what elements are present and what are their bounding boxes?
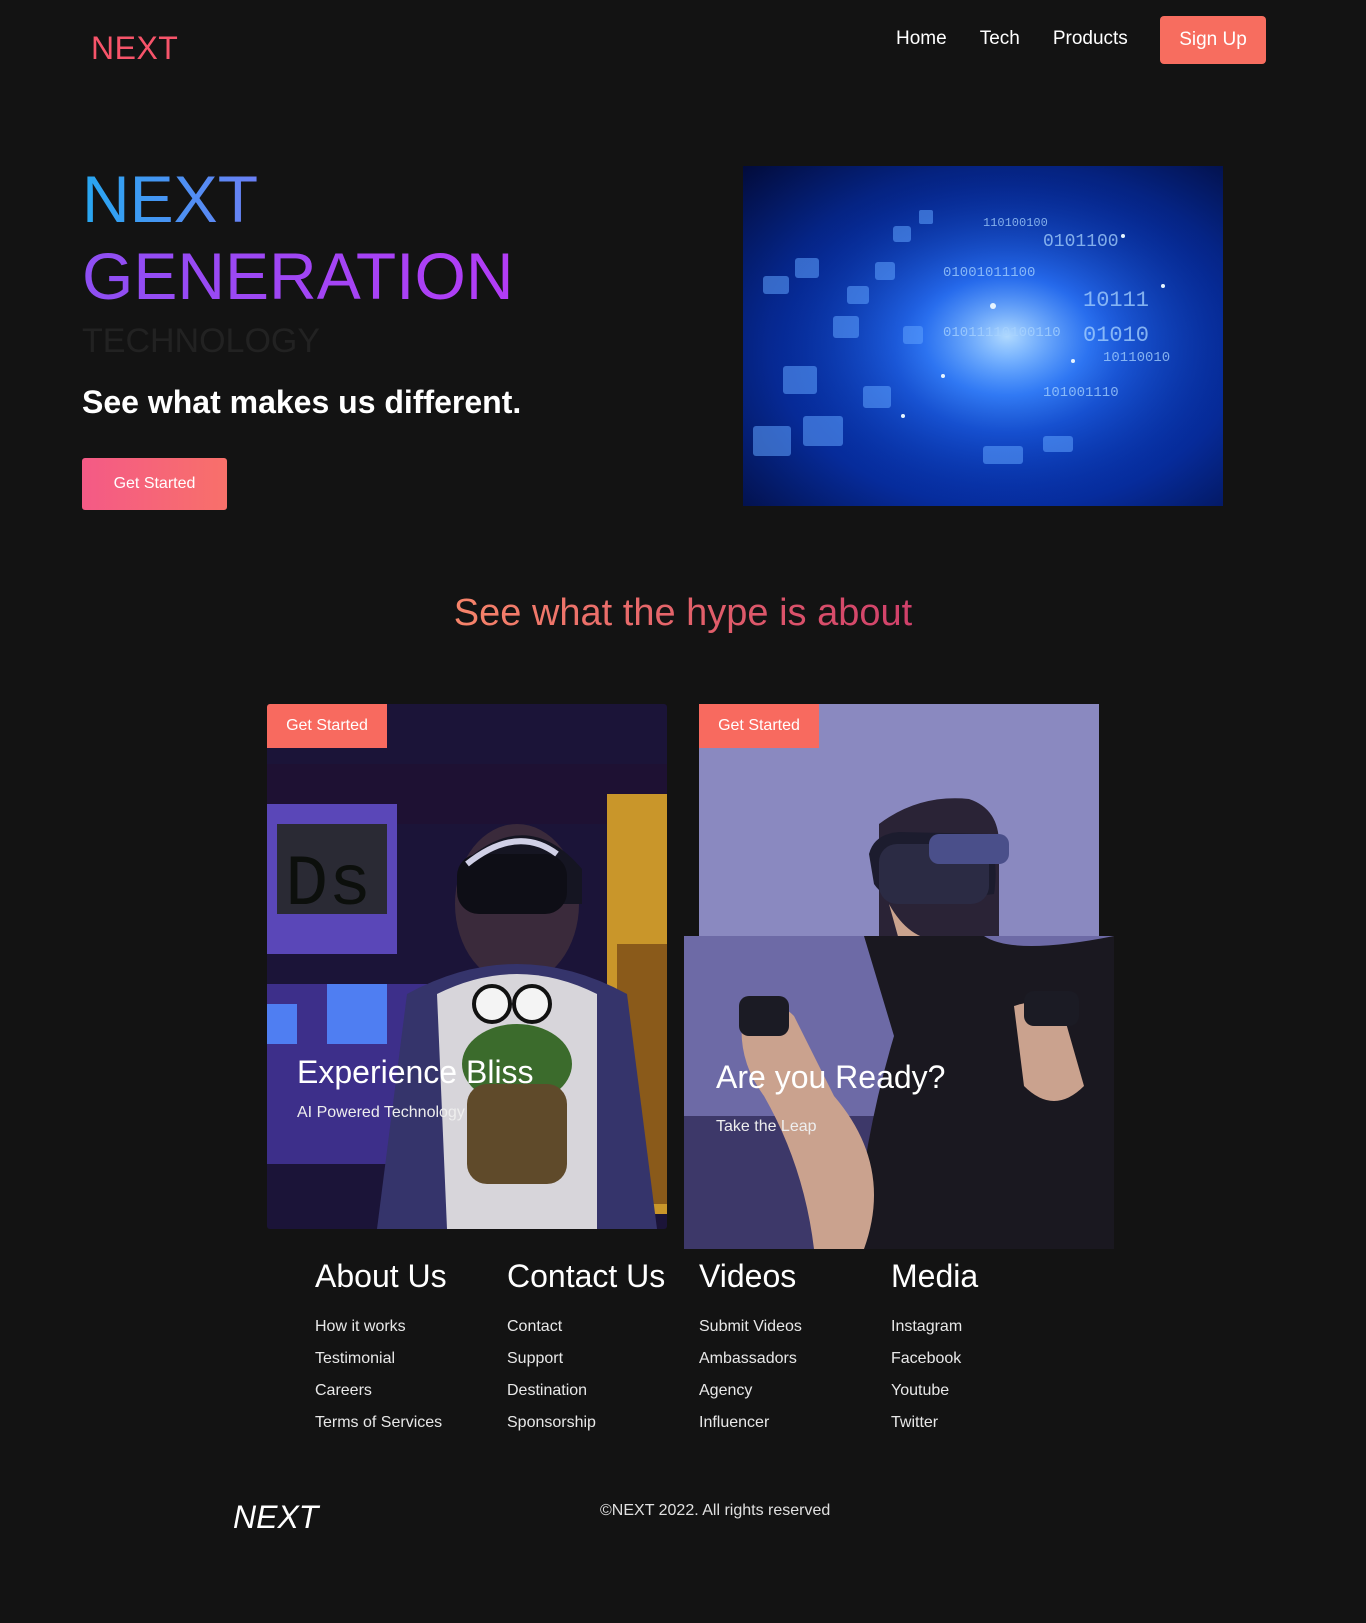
nav-link-tech[interactable]: Tech (980, 28, 1020, 50)
hype-heading: See what the hype is about (0, 592, 1366, 635)
card1-subtitle: AI Powered Technology (297, 1104, 465, 1121)
footer-link-twitter[interactable]: Twitter (891, 1407, 978, 1439)
footer-link-ambassadors[interactable]: Ambassadors (699, 1343, 802, 1375)
footer-link-careers[interactable]: Careers (315, 1375, 447, 1407)
footer-link-submit-videos[interactable]: Submit Videos (699, 1311, 802, 1343)
card2-title: Are you Ready? (716, 1059, 946, 1095)
footer-link-support[interactable]: Support (507, 1343, 665, 1375)
hype-heading-text: See what the hype is about (453, 592, 913, 634)
footer-logo[interactable]: NEXT (233, 1499, 318, 1536)
footer-column-contact: Contact Us Contact Support Destination S… (507, 1258, 665, 1439)
footer-column-about: About Us How it works Testimonial Career… (315, 1258, 447, 1439)
footer-link-terms[interactable]: Terms of Services (315, 1407, 447, 1439)
card1-title: Experience Bliss (297, 1054, 534, 1090)
svg-text:Ds: Ds (285, 844, 371, 926)
footer-heading-media: Media (891, 1258, 979, 1294)
svg-text:110100100: 110100100 (983, 216, 1048, 230)
binary-tunnel-illustration: 01001011100 0101100 10111 01011110100110… (743, 166, 1223, 506)
footer-heading-about: About Us (315, 1258, 447, 1294)
footer-heading-contact: Contact Us (507, 1258, 666, 1294)
nav-links: Home Tech Products (896, 28, 1128, 50)
footer-link-sponsorship[interactable]: Sponsorship (507, 1407, 665, 1439)
card-are-you-ready-top[interactable]: Get Started (699, 704, 1099, 940)
hero-get-started-button[interactable]: Get Started (82, 458, 227, 510)
card-experience-bliss[interactable]: Ds Get Started Experience Bliss AI Power… (267, 704, 667, 1229)
card2-get-started-button[interactable]: Get Started (699, 704, 819, 748)
signup-button[interactable]: Sign Up (1160, 16, 1266, 64)
footer-heading-videos: Videos (699, 1258, 797, 1294)
hero-title-technology: TECHNOLOGY (82, 322, 321, 360)
svg-text:10110010: 10110010 (1103, 350, 1170, 366)
nav-logo[interactable]: NEXT (91, 30, 178, 67)
footer-link-youtube[interactable]: Youtube (891, 1375, 978, 1407)
vr-person-photo-1: Ds (267, 704, 667, 1229)
footer-link-instagram[interactable]: Instagram (891, 1311, 978, 1343)
hero-subtitle: See what makes us different. (82, 384, 522, 420)
footer-link-how-it-works[interactable]: How it works (315, 1311, 447, 1343)
card2-subtitle: Take the Leap (716, 1118, 817, 1135)
footer-copyright: ©NEXT 2022. All rights reserved (600, 1502, 831, 1519)
nav-link-home[interactable]: Home (896, 28, 947, 50)
hero-title-next: NEXT (82, 162, 259, 236)
svg-text:01001011100: 01001011100 (943, 265, 1035, 281)
footer-link-destination[interactable]: Destination (507, 1375, 665, 1407)
footer-column-media: Media Instagram Facebook Youtube Twitter (891, 1258, 978, 1439)
svg-text:0101100: 0101100 (1043, 232, 1119, 252)
card-are-you-ready-bottom[interactable]: Are you Ready? Take the Leap (684, 936, 1114, 1249)
hero-title-generation: GENERATION (82, 239, 514, 313)
hero-tech-image: 01001011100 0101100 10111 01011110100110… (743, 166, 1223, 506)
footer-link-influencer[interactable]: Influencer (699, 1407, 802, 1439)
footer-link-facebook[interactable]: Facebook (891, 1343, 978, 1375)
svg-text:10111: 10111 (1083, 288, 1149, 313)
svg-text:01011110100110: 01011110100110 (943, 325, 1061, 341)
footer-link-testimonial[interactable]: Testimonial (315, 1343, 447, 1375)
svg-text:101001110: 101001110 (1043, 385, 1119, 401)
nav-link-products[interactable]: Products (1053, 28, 1128, 50)
footer-link-agency[interactable]: Agency (699, 1375, 802, 1407)
card1-get-started-button[interactable]: Get Started (267, 704, 387, 748)
footer-column-videos: Videos Submit Videos Ambassadors Agency … (699, 1258, 802, 1439)
footer-link-contact[interactable]: Contact (507, 1311, 665, 1343)
navbar: NEXT Home Tech Products Sign Up (0, 0, 1366, 80)
svg-text:01010: 01010 (1083, 323, 1149, 348)
